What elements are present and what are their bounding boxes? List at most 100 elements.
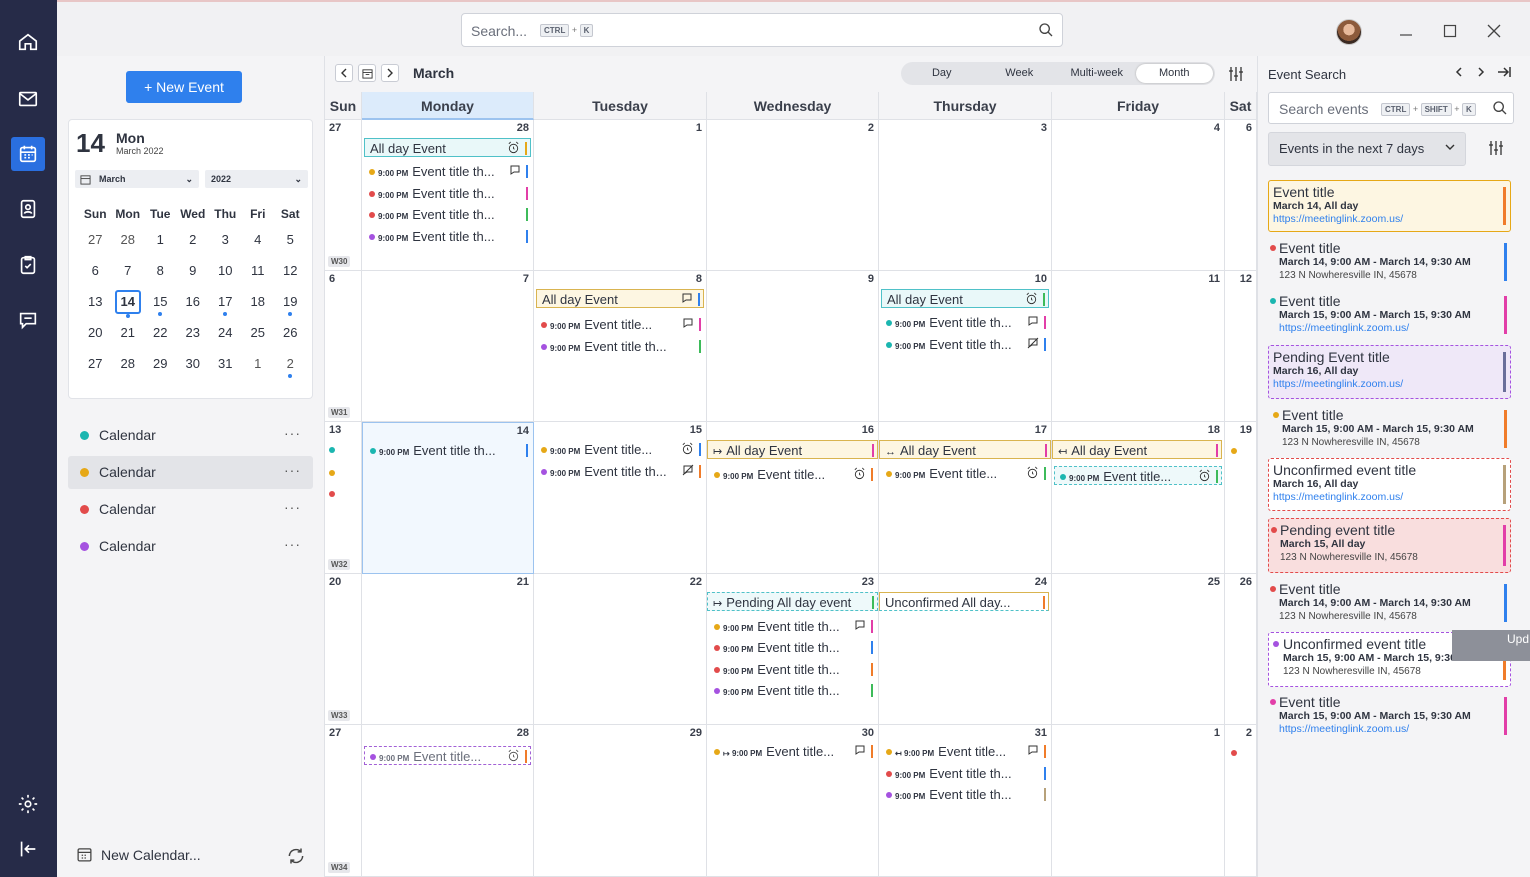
day-cell[interactable]: 20 W33 — [325, 574, 362, 725]
timed-event[interactable]: 9:00 PM Event title... — [536, 315, 704, 334]
contacts-icon[interactable] — [11, 192, 45, 226]
day-cell[interactable]: 8 All day Event 9:00 PM Event title... 9:… — [534, 271, 707, 422]
mini-day[interactable]: 22 — [144, 323, 177, 354]
sync-icon[interactable] — [286, 846, 306, 866]
day-cell[interactable]: 15 9:00 PM Event title... 9:00 PM Event ti… — [534, 422, 707, 574]
filter-icon[interactable] — [1228, 66, 1244, 82]
mini-day[interactable]: 25 — [242, 323, 275, 354]
day-cell-today[interactable]: 14 9:00 PM Event title th... — [362, 422, 534, 574]
day-cell[interactable]: 28 9:00 PM Event title... — [362, 725, 534, 877]
mini-day[interactable]: 12 — [274, 261, 307, 292]
day-cell[interactable]: 12 — [1225, 271, 1257, 422]
day-cell[interactable]: 11 — [1052, 271, 1225, 422]
mini-day[interactable]: 7 — [112, 261, 145, 292]
day-cell[interactable]: 28 All day Event 9:00 PM Event title th..… — [362, 120, 534, 271]
day-cell[interactable]: 25 — [1052, 574, 1225, 725]
day-cell[interactable]: 10 All day Event 9:00 PM Event title th..… — [879, 271, 1052, 422]
close-panel-icon[interactable] — [1496, 65, 1512, 79]
event-search-input[interactable]: Search events CTRL + SHIFT + K — [1268, 92, 1514, 124]
event-card[interactable]: Event title March 15, 9:00 AM - March 15… — [1268, 691, 1511, 741]
calendar-list-item[interactable]: Calendar ··· — [68, 456, 313, 489]
timed-event[interactable]: 9:00 PM Event title th... — [881, 313, 1049, 332]
view-month[interactable]: Month — [1135, 64, 1213, 83]
timed-event[interactable]: 9:00 PM Event title th... — [536, 337, 704, 356]
day-cell[interactable]: 24 Unconfirmed All day... — [879, 574, 1052, 725]
global-search[interactable]: Search... CTRL + K — [461, 13, 1063, 47]
timed-event[interactable]: 9:00 PM Event title th... — [709, 681, 876, 700]
day-cell[interactable]: 29 — [534, 725, 707, 877]
calendar-list-item[interactable]: Calendar ··· — [68, 530, 313, 563]
day-cell[interactable]: 17 ↔ All day Event 9:00 PM Event title... — [879, 422, 1052, 574]
mini-day[interactable]: 13 — [79, 292, 112, 323]
mini-day[interactable]: 1 — [242, 354, 275, 385]
mini-day[interactable]: 18 — [242, 292, 275, 323]
day-cell[interactable]: 1 — [534, 120, 707, 271]
timed-event[interactable]: 9:00 PM Event title... — [881, 464, 1049, 483]
day-cell[interactable]: 19 — [1225, 422, 1257, 574]
chevron-right-icon[interactable] — [1474, 65, 1488, 79]
pending-timed-event[interactable]: 9:00 PM Event title... — [1054, 466, 1222, 485]
today-button[interactable] — [358, 64, 376, 82]
next-month-button[interactable] — [381, 64, 399, 82]
update-tooltip[interactable]: Upd — [1452, 630, 1530, 661]
mini-day[interactable]: 21 — [112, 323, 145, 354]
day-cell[interactable]: 31 ↤ 9:00 PM Event title... 9:00 PM Event … — [879, 725, 1052, 877]
timed-event[interactable]: 9:00 PM Event title th... — [709, 660, 876, 679]
mini-day[interactable]: 27 — [79, 230, 112, 261]
new-event-button[interactable]: + New Event — [126, 71, 242, 103]
day-cell[interactable]: 18 ↤ All day Event 9:00 PM Event title... — [1052, 422, 1225, 574]
day-cell[interactable]: 7 — [362, 271, 534, 422]
timed-event[interactable]: 9:00 PM Event title th... — [709, 638, 876, 657]
event-card[interactable]: Event title March 15, 9:00 AM - March 15… — [1268, 404, 1511, 454]
mini-day[interactable]: 24 — [209, 323, 242, 354]
timed-event[interactable]: 9:00 PM Event title th... — [364, 205, 531, 224]
calendar-list-item[interactable]: Calendar ··· — [68, 493, 313, 526]
mini-day[interactable]: 1 — [144, 230, 177, 261]
day-cell[interactable]: 23 ↦ Pending All day event 9:00 PM Event t… — [707, 574, 879, 725]
day-cell[interactable]: 13 W32 — [325, 422, 362, 574]
chevron-left-icon[interactable] — [1452, 65, 1466, 79]
minimize-icon[interactable] — [1395, 20, 1417, 42]
mini-day[interactable]: 27 — [79, 354, 112, 385]
calendar-list-item[interactable]: Calendar ··· — [68, 419, 313, 452]
unconfirmed-timed-event[interactable]: 9:00 PM Event title... — [364, 746, 531, 765]
prev-month-button[interactable] — [335, 64, 353, 82]
all-day-event[interactable]: All day Event — [881, 289, 1049, 308]
mini-day[interactable]: 31 — [209, 354, 242, 385]
mail-icon[interactable] — [11, 82, 45, 116]
mini-day[interactable]: 10 — [209, 261, 242, 292]
event-card[interactable]: Pending Event title March 16, All day ht… — [1268, 345, 1511, 399]
mini-day[interactable]: 11 — [242, 261, 275, 292]
mini-day[interactable]: 16 — [177, 292, 210, 323]
new-calendar-button[interactable]: New Calendar... — [76, 846, 201, 863]
calendar-icon[interactable] — [11, 137, 45, 171]
maximize-icon[interactable] — [1439, 20, 1461, 42]
collapse-icon[interactable] — [11, 832, 45, 866]
mini-day[interactable]: 4 — [242, 230, 275, 261]
view-multi-week[interactable]: Multi-week — [1058, 64, 1136, 83]
mini-day[interactable]: 26 — [274, 323, 307, 354]
day-cell[interactable]: 1 — [1052, 725, 1225, 877]
event-card-link[interactable]: https://meetinglink.zoom.us/ — [1279, 723, 1507, 736]
day-cell[interactable]: 30 ↦ 9:00 PM Event title... — [707, 725, 879, 877]
timed-event[interactable]: 9:00 PM Event title th... — [364, 162, 531, 181]
year-select[interactable]: 2022 ⌄ — [205, 170, 308, 188]
timed-event[interactable]: 9:00 PM Event title th... — [364, 184, 531, 203]
mini-day[interactable]: 30 — [177, 354, 210, 385]
multi-day-event[interactable]: ↔ All day Event — [879, 440, 1051, 459]
mini-day[interactable]: 3 — [209, 230, 242, 261]
tasks-icon[interactable] — [11, 248, 45, 282]
day-cell[interactable]: 9 — [707, 271, 879, 422]
event-range-select[interactable]: Events in the next 7 days — [1268, 132, 1466, 166]
mini-day[interactable]: 2 — [274, 354, 307, 385]
timed-event[interactable]: 9:00 PM Event title... — [709, 465, 876, 484]
timed-event[interactable]: 9:00 PM Event title th... — [881, 335, 1049, 354]
mini-day[interactable]: 5 — [274, 230, 307, 261]
event-card-link[interactable]: https://meetinglink.zoom.us/ — [1273, 378, 1506, 391]
timed-event[interactable]: 9:00 PM Event title th... — [364, 227, 531, 246]
mini-day[interactable]: 6 — [79, 261, 112, 292]
close-icon[interactable] — [1483, 20, 1505, 42]
day-cell[interactable]: 22 — [534, 574, 707, 725]
search-icon[interactable] — [1038, 22, 1054, 38]
day-cell[interactable]: 27 W34 — [325, 725, 362, 877]
